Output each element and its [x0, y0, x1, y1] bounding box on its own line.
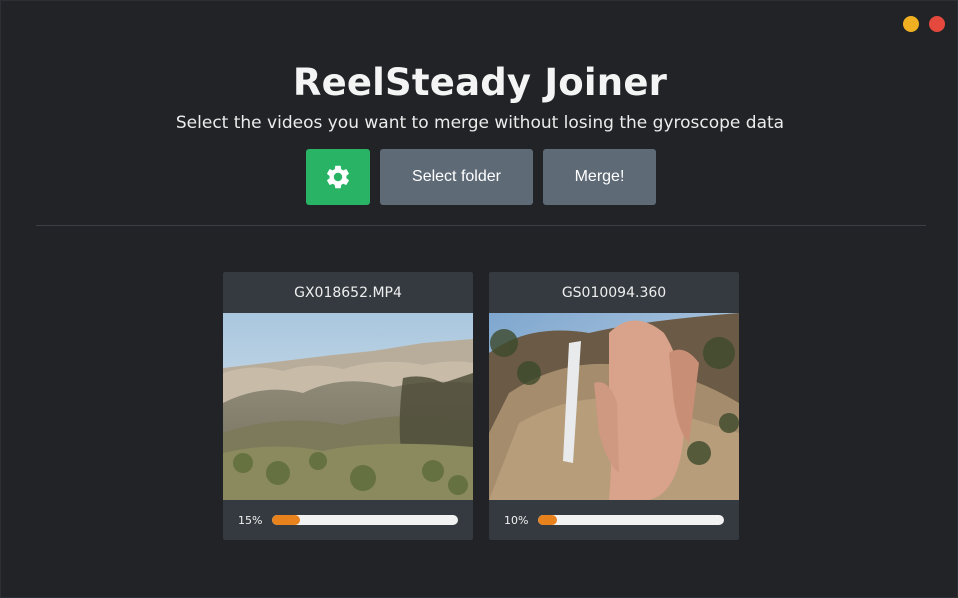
divider — [36, 225, 926, 226]
video-thumbnail — [489, 313, 739, 500]
video-thumbnail — [223, 313, 473, 500]
settings-button[interactable] — [306, 149, 370, 205]
video-card[interactable]: GS010094.360 10% — [489, 272, 739, 540]
progress-percent: 15% — [238, 514, 263, 527]
progress-percent: 10% — [504, 514, 529, 527]
progress-row: 15% — [223, 500, 473, 540]
gear-icon — [327, 165, 349, 189]
progress-row: 10% — [489, 500, 739, 540]
progress-bar — [272, 515, 458, 525]
video-filename: GX018652.MP4 — [294, 284, 402, 301]
select-folder-button[interactable]: Select folder — [380, 149, 533, 205]
video-card[interactable]: GX018652.MP4 15% — [223, 272, 473, 540]
progress-fill — [538, 515, 557, 525]
minimize-button[interactable] — [903, 16, 919, 32]
app-window: ReelSteady Joiner Select the videos you … — [0, 0, 958, 598]
video-filename: GS010094.360 — [561, 284, 667, 301]
merge-button[interactable]: Merge! — [543, 149, 656, 205]
app-subtitle: Select the videos you want to merge with… — [175, 113, 785, 133]
app-title: ReelSteady Joiner — [292, 61, 668, 104]
progress-bar — [538, 515, 724, 525]
close-button[interactable] — [929, 16, 945, 32]
progress-fill — [272, 515, 300, 525]
